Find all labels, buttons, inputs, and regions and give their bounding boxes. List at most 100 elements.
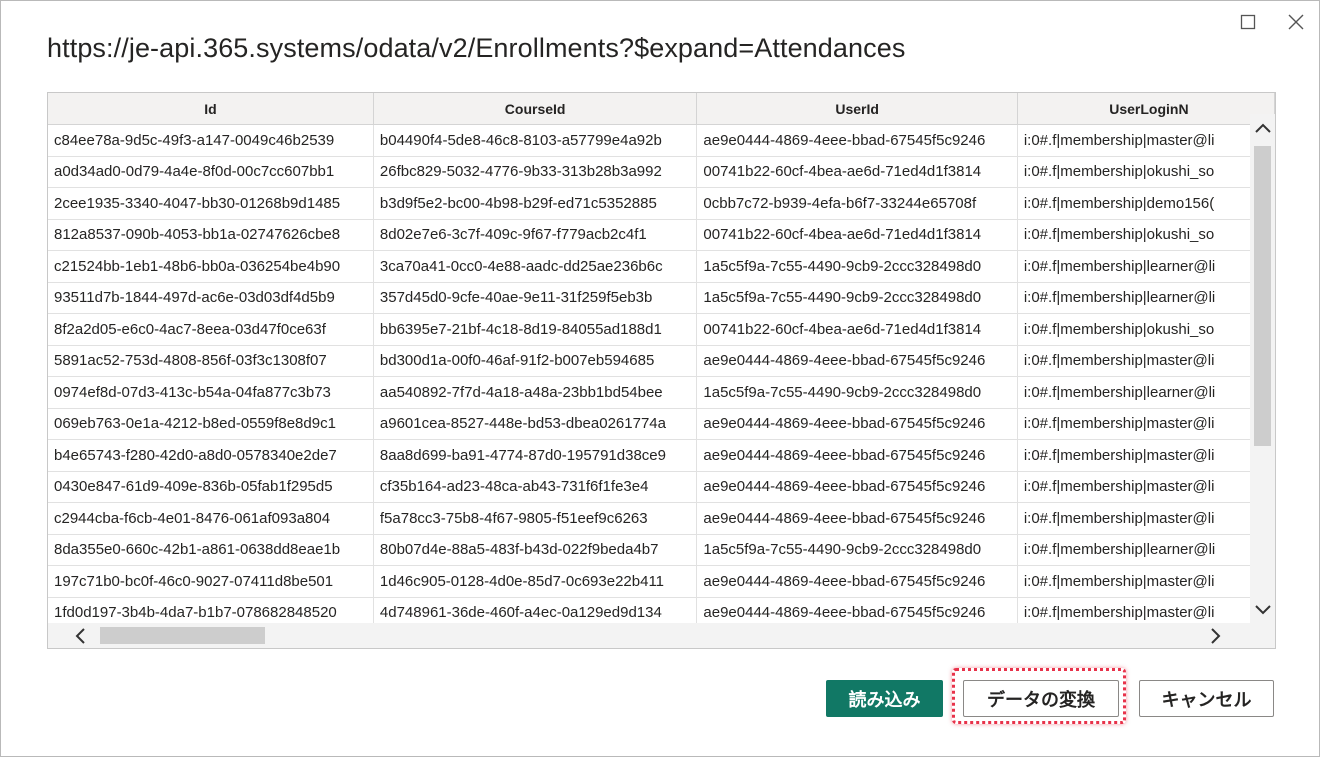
table-cell[interactable]: 1fd0d197-3b4b-4da7-b1b7-078682848520 — [48, 597, 374, 623]
table-cell[interactable]: ae9e0444-4869-4eee-bbad-67545f5c9246 — [696, 597, 1018, 623]
table-cell[interactable]: i:0#.f|membership|master@li — [1017, 439, 1275, 472]
table-cell[interactable]: 8f2a2d05-e6c0-4ac7-8eea-03d47f0ce63f — [48, 313, 374, 346]
scroll-left-icon[interactable] — [70, 626, 90, 645]
table-cell[interactable]: i:0#.f|membership|master@li — [1017, 124, 1275, 157]
table-cell[interactable]: 357d45d0-9cfe-40ae-9e11-31f259f5eb3b — [373, 282, 698, 314]
table-row[interactable]: 5891ac52-753d-4808-856f-03f3c1308f07 bd30… — [48, 345, 1275, 377]
table-cell[interactable]: aa540892-7f7d-4a18-a48a-23bb1bd54bee — [373, 376, 698, 409]
table-cell[interactable]: 8d02e7e6-3c7f-409c-9f67-f779acb2c4f1 — [373, 219, 698, 251]
table-cell[interactable]: f5a78cc3-75b8-4f67-9805-f51eef9c6263 — [373, 502, 698, 535]
table-cell[interactable]: cf35b164-ad23-48ca-ab43-731f6f1fe3e4 — [373, 471, 698, 503]
table-cell[interactable]: i:0#.f|membership|okushi_so — [1017, 313, 1275, 346]
table-row[interactable]: 0430e847-61d9-409e-836b-05fab1f295d5 cf35… — [48, 471, 1275, 503]
preview-table: Id CourseId UserId UserLoginN c84ee78a-9d5c… — [48, 93, 1275, 623]
table-cell[interactable]: 8aa8d699-ba91-4774-87d0-195791d38ce9 — [373, 439, 698, 472]
column-header[interactable]: CourseId — [373, 93, 698, 125]
scroll-right-icon[interactable] — [1206, 626, 1226, 645]
table-cell[interactable]: 0974ef8d-07d3-413c-b54a-04fa877c3b73 — [48, 376, 374, 409]
table-cell[interactable]: 80b07d4e-88a5-483f-b43d-022f9beda4b7 — [373, 534, 698, 566]
horizontal-scroll-thumb[interactable] — [100, 627, 265, 644]
table-cell[interactable]: 197c71b0-bc0f-46c0-9027-07411d8be501 — [48, 565, 374, 598]
table-row[interactable]: c2944cba-f6cb-4e01-8476-061af093a804 f5a7… — [48, 502, 1275, 535]
table-cell[interactable]: 1a5c5f9a-7c55-4490-9cb9-2ccc328498d0 — [696, 376, 1018, 409]
maximize-icon[interactable] — [1237, 11, 1259, 33]
table-cell[interactable]: a0d34ad0-0d79-4a4e-8f0d-00c7cc607bb1 — [48, 156, 374, 188]
table-row[interactable]: 8f2a2d05-e6c0-4ac7-8eea-03d47f0ce63f bb63… — [48, 313, 1275, 346]
table-cell[interactable]: 1a5c5f9a-7c55-4490-9cb9-2ccc328498d0 — [696, 282, 1018, 314]
table-cell[interactable]: 8da355e0-660c-42b1-a861-0638dd8eae1b — [48, 534, 374, 566]
table-cell[interactable]: i:0#.f|membership|master@li — [1017, 345, 1275, 377]
table-row[interactable]: 1fd0d197-3b4b-4da7-b1b7-078682848520 4d74… — [48, 597, 1275, 623]
table-cell[interactable]: i:0#.f|membership|master@li — [1017, 408, 1275, 440]
column-header[interactable]: UserId — [696, 93, 1018, 125]
table-cell[interactable]: 069eb763-0e1a-4212-b8ed-0559f8e8d9c1 — [48, 408, 374, 440]
table-cell[interactable]: i:0#.f|membership|learner@li — [1017, 282, 1275, 314]
cancel-button[interactable]: キャンセル — [1139, 680, 1274, 717]
table-cell[interactable]: 1a5c5f9a-7c55-4490-9cb9-2ccc328498d0 — [696, 534, 1018, 566]
table-cell[interactable]: i:0#.f|membership|learner@li — [1017, 534, 1275, 566]
vertical-scrollbar[interactable] — [1250, 114, 1275, 623]
table-cell[interactable]: ae9e0444-4869-4eee-bbad-67545f5c9246 — [696, 124, 1018, 157]
table-cell[interactable]: a9601cea-8527-448e-bd53-dbea0261774a — [373, 408, 698, 440]
table-cell[interactable]: ae9e0444-4869-4eee-bbad-67545f5c9246 — [696, 502, 1018, 535]
table-row[interactable]: c21524bb-1eb1-48b6-bb0a-036254be4b90 3ca7… — [48, 250, 1275, 283]
table-row[interactable]: 0974ef8d-07d3-413c-b54a-04fa877c3b73 aa54… — [48, 376, 1275, 409]
table-cell[interactable]: bd300d1a-00f0-46af-91f2-b007eb594685 — [373, 345, 698, 377]
table-cell[interactable]: 93511d7b-1844-497d-ac6e-03d03df4d5b9 — [48, 282, 374, 314]
table-cell[interactable]: i:0#.f|membership|demo156( — [1017, 187, 1275, 220]
table-cell[interactable]: i:0#.f|membership|okushi_so — [1017, 219, 1275, 251]
table-cell[interactable]: i:0#.f|membership|learner@li — [1017, 250, 1275, 283]
table-cell[interactable]: c2944cba-f6cb-4e01-8476-061af093a804 — [48, 502, 374, 535]
table-cell[interactable]: i:0#.f|membership|master@li — [1017, 502, 1275, 535]
table-cell[interactable]: ae9e0444-4869-4eee-bbad-67545f5c9246 — [696, 408, 1018, 440]
data-preview-grid: Id CourseId UserId UserLoginN c84ee78a-9d5c… — [47, 92, 1276, 649]
table-cell[interactable]: 00741b22-60cf-4bea-ae6d-71ed4d1f3814 — [696, 219, 1018, 251]
table-row[interactable]: 2cee1935-3340-4047-bb30-01268b9d1485 b3d9… — [48, 187, 1275, 220]
vertical-scroll-thumb[interactable] — [1254, 146, 1271, 446]
table-cell[interactable]: 0430e847-61d9-409e-836b-05fab1f295d5 — [48, 471, 374, 503]
table-row[interactable]: 812a8537-090b-4053-bb1a-02747626cbe8 8d02… — [48, 219, 1275, 251]
table-cell[interactable]: 5891ac52-753d-4808-856f-03f3c1308f07 — [48, 345, 374, 377]
column-header[interactable]: UserLoginN — [1017, 93, 1275, 125]
table-row[interactable]: 93511d7b-1844-497d-ac6e-03d03df4d5b9 357d… — [48, 282, 1275, 314]
table-cell[interactable]: bb6395e7-21bf-4c18-8d19-84055ad188d1 — [373, 313, 698, 346]
table-cell[interactable]: 1a5c5f9a-7c55-4490-9cb9-2ccc328498d0 — [696, 250, 1018, 283]
table-row[interactable]: a0d34ad0-0d79-4a4e-8f0d-00c7cc607bb1 26fb… — [48, 156, 1275, 188]
scroll-down-icon[interactable] — [1254, 600, 1271, 620]
table-cell[interactable]: ae9e0444-4869-4eee-bbad-67545f5c9246 — [696, 471, 1018, 503]
table-cell[interactable]: i:0#.f|membership|learner@li — [1017, 376, 1275, 409]
close-icon[interactable] — [1285, 11, 1307, 33]
table-cell[interactable]: 3ca70a41-0cc0-4e88-aadc-dd25ae236b6c — [373, 250, 698, 283]
table-cell[interactable]: c84ee78a-9d5c-49f3-a147-0049c46b2539 — [48, 124, 374, 157]
table-row[interactable]: 069eb763-0e1a-4212-b8ed-0559f8e8d9c1 a960… — [48, 408, 1275, 440]
table-cell[interactable]: c21524bb-1eb1-48b6-bb0a-036254be4b90 — [48, 250, 374, 283]
table-cell[interactable]: 812a8537-090b-4053-bb1a-02747626cbe8 — [48, 219, 374, 251]
table-cell[interactable]: ae9e0444-4869-4eee-bbad-67545f5c9246 — [696, 439, 1018, 472]
transform-data-button[interactable]: データの変換 — [963, 680, 1119, 717]
table-row[interactable]: 197c71b0-bc0f-46c0-9027-07411d8be501 1d46… — [48, 565, 1275, 598]
scroll-up-icon[interactable] — [1254, 118, 1271, 138]
table-cell[interactable]: ae9e0444-4869-4eee-bbad-67545f5c9246 — [696, 565, 1018, 598]
table-cell[interactable]: i:0#.f|membership|master@li — [1017, 565, 1275, 598]
table-cell[interactable]: b3d9f5e2-bc00-4b98-b29f-ed71c5352885 — [373, 187, 698, 220]
load-button[interactable]: 読み込み — [826, 680, 943, 717]
table-cell[interactable]: 2cee1935-3340-4047-bb30-01268b9d1485 — [48, 187, 374, 220]
table-row[interactable]: c84ee78a-9d5c-49f3-a147-0049c46b2539 b044… — [48, 124, 1275, 157]
table-cell[interactable]: 0cbb7c72-b939-4efa-b6f7-33244e65708f — [696, 187, 1018, 220]
table-cell[interactable]: b04490f4-5de8-46c8-8103-a57799e4a92b — [373, 124, 698, 157]
column-header[interactable]: Id — [48, 93, 374, 125]
table-row[interactable]: b4e65743-f280-42d0-a8d0-0578340e2de7 8aa8… — [48, 439, 1275, 472]
table-cell[interactable]: i:0#.f|membership|okushi_so — [1017, 156, 1275, 188]
table-cell[interactable]: i:0#.f|membership|master@li — [1017, 471, 1275, 503]
table-cell[interactable]: 26fbc829-5032-4776-9b33-313b28b3a992 — [373, 156, 698, 188]
table-cell[interactable]: ae9e0444-4869-4eee-bbad-67545f5c9246 — [696, 345, 1018, 377]
table-cell[interactable]: 00741b22-60cf-4bea-ae6d-71ed4d1f3814 — [696, 313, 1018, 346]
table-cell[interactable]: 1d46c905-0128-4d0e-85d7-0c693e22b411 — [373, 565, 698, 598]
table-row[interactable]: 8da355e0-660c-42b1-a861-0638dd8eae1b 80b0… — [48, 534, 1275, 566]
horizontal-scrollbar[interactable] — [48, 623, 1275, 648]
table-body: c84ee78a-9d5c-49f3-a147-0049c46b2539 b044… — [48, 124, 1275, 623]
table-cell[interactable]: 00741b22-60cf-4bea-ae6d-71ed4d1f3814 — [696, 156, 1018, 188]
table-cell[interactable]: 4d748961-36de-460f-a4ec-0a129ed9d134 — [373, 597, 698, 623]
table-cell[interactable]: i:0#.f|membership|master@li — [1017, 597, 1275, 623]
table-cell[interactable]: b4e65743-f280-42d0-a8d0-0578340e2de7 — [48, 439, 374, 472]
